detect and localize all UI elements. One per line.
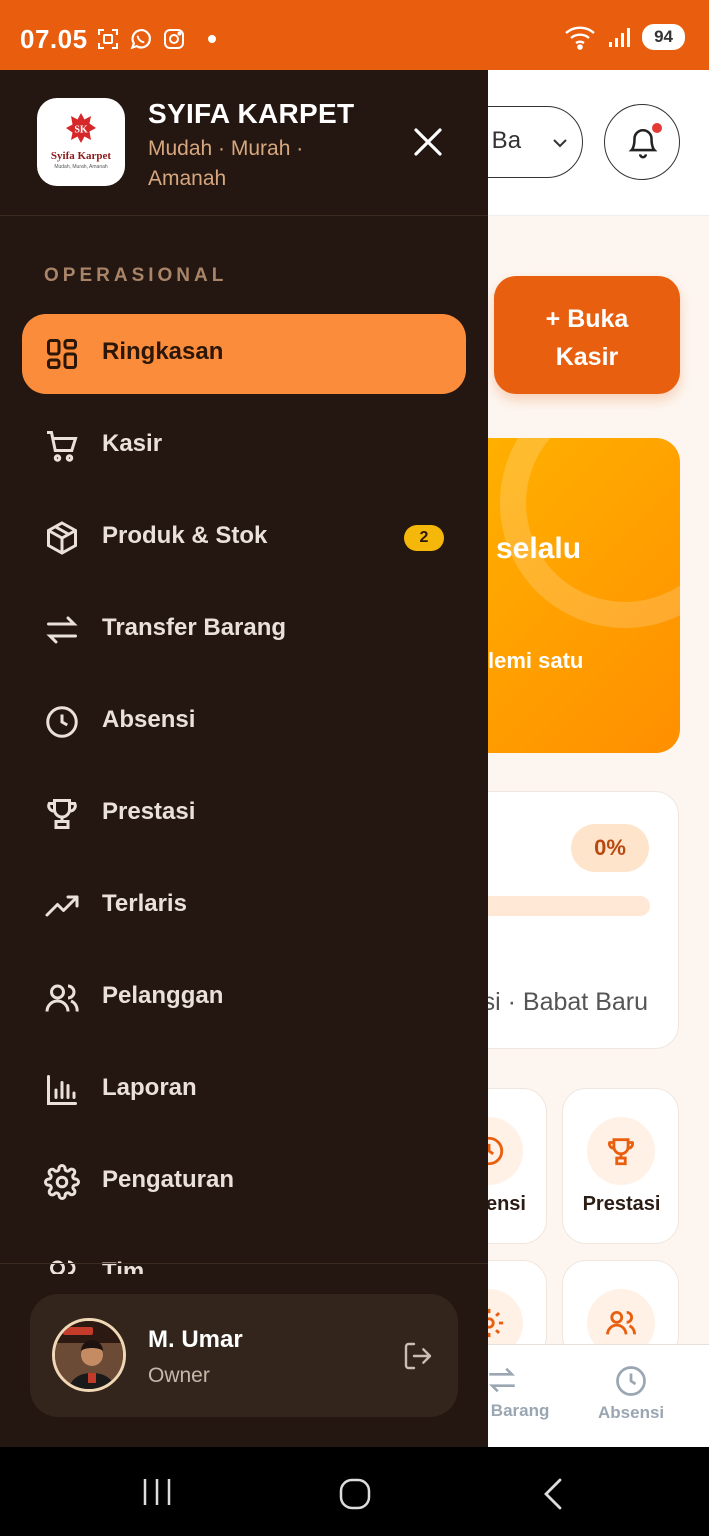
box-icon <box>47 521 77 555</box>
menu-item-label: Kasir <box>102 430 163 457</box>
logo-initials: SK <box>74 125 88 136</box>
tile-icon-bg <box>587 1117 655 1185</box>
menu-item-transfer-barang[interactable]: Transfer Barang <box>22 590 466 670</box>
menu-item-terlaris[interactable]: Terlaris <box>22 866 466 946</box>
home-icon <box>339 1478 371 1510</box>
menu-item-ringkasan[interactable]: Ringkasan <box>22 314 466 394</box>
screenshot-icon <box>98 29 118 49</box>
menu-item-produk-stok[interactable]: Produk & Stok 2 <box>22 498 466 578</box>
back-button[interactable] <box>540 1477 566 1516</box>
battery-icon: 94 <box>642 24 685 50</box>
menu-item-label: Pelanggan <box>102 982 224 1009</box>
menu-item-prestasi[interactable]: Prestasi <box>22 774 466 854</box>
status-notification-icons <box>96 26 216 52</box>
navigation-drawer: SK Syifa Karpet Mudah, Murah, Amanah SYI… <box>0 70 488 1447</box>
trophy-icon <box>47 799 77 829</box>
close-drawer-button[interactable] <box>406 120 450 164</box>
gear-icon <box>44 1164 80 1200</box>
store-tagline: Mudah · Murah · Amanah <box>148 137 304 190</box>
open-cashier-button[interactable]: + Buka Kasir <box>494 276 680 394</box>
avatar-photo <box>55 1321 123 1389</box>
menu-item-label: Ringkasan <box>102 338 224 365</box>
system-navigation-bar <box>0 1447 709 1536</box>
dashboard-grid-icon <box>47 339 77 369</box>
team-icon <box>50 1260 76 1274</box>
status-bar: 07.05 94 <box>0 0 709 70</box>
nav-label: Absensi <box>598 1403 665 1422</box>
shortcut-tile-prestasi[interactable]: Prestasi <box>562 1088 679 1244</box>
promo-title: selalu <box>496 532 582 565</box>
wifi-icon <box>565 26 595 50</box>
status-system-icons: 94 <box>564 24 685 50</box>
menu-item-label: Pengaturan <box>102 1166 235 1193</box>
menu-item-laporan[interactable]: Laporan <box>22 1050 466 1130</box>
store-name: SYIFA KARPET <box>148 98 355 129</box>
users-icon <box>606 1310 636 1335</box>
trending-up-icon <box>45 895 79 917</box>
home-button[interactable] <box>338 1477 372 1516</box>
store-logo: SK Syifa Karpet Mudah, Murah, Amanah <box>37 98 125 186</box>
logo-tagline: Mudah, Murah, Amanah <box>54 164 108 170</box>
menu-item-label: Produk & Stok <box>102 522 268 549</box>
signal-icon <box>609 28 631 47</box>
promo-subtitle: lemi satu <box>488 648 584 673</box>
shopping-cart-icon <box>47 431 78 462</box>
progress-bar <box>461 896 650 916</box>
avatar <box>52 1318 126 1392</box>
recent-apps-icon <box>143 1479 171 1505</box>
section-label: OPERASIONAL <box>44 265 228 286</box>
clock-icon <box>616 1366 646 1396</box>
menu-item-label: Prestasi <box>102 798 196 825</box>
logout-icon[interactable] <box>402 1340 434 1372</box>
menu-item-label: Absensi <box>102 706 196 733</box>
menu-item-absensi[interactable]: Absensi <box>22 682 466 762</box>
dot-icon <box>208 35 216 43</box>
notification-dot <box>650 121 664 135</box>
drawer-header: SK Syifa Karpet Mudah, Murah, Amanah SYI… <box>0 70 488 216</box>
logo-seal-icon: SK <box>66 113 96 143</box>
progress-percent-badge: 0% <box>571 824 649 872</box>
profile-name: M. Umar <box>148 1326 243 1353</box>
menu-item-label: Terlaris <box>102 890 187 917</box>
trophy-icon <box>608 1138 634 1166</box>
stock-alert-badge: 2 <box>404 525 444 551</box>
drawer-divider <box>0 1263 488 1264</box>
notification-button[interactable] <box>604 104 680 180</box>
target-card-footer: si · Babat Baru <box>482 988 648 1016</box>
menu-item-tim[interactable]: Tim <box>22 1234 466 1274</box>
status-time: 07.05 <box>20 24 88 54</box>
menu-item-label: Tim <box>102 1258 145 1274</box>
logo-text: Syifa Karpet <box>50 150 112 162</box>
menu-item-label: Laporan <box>102 1074 197 1101</box>
chevron-down-icon <box>553 139 567 148</box>
menu-item-pelanggan[interactable]: Pelanggan <box>22 958 466 1038</box>
nav-absensi[interactable]: Absensi <box>598 1363 664 1423</box>
profile-role: Owner <box>148 1364 210 1387</box>
transfer-arrows-icon <box>489 1367 515 1393</box>
users-icon <box>45 984 79 1012</box>
menu-item-pengaturan[interactable]: Pengaturan <box>22 1142 466 1222</box>
instagram-icon <box>164 29 184 49</box>
back-icon <box>544 1478 562 1510</box>
menu-item-label: Transfer Barang <box>102 614 287 641</box>
menu-item-kasir[interactable]: Kasir <box>22 406 466 486</box>
profile-card[interactable]: M. Umar Owner <box>30 1294 458 1417</box>
tile-label: Prestasi <box>582 1193 661 1215</box>
clock-icon <box>46 706 78 738</box>
transfer-arrows-icon <box>46 616 78 644</box>
recent-apps-button[interactable] <box>141 1477 173 1512</box>
bar-chart-icon <box>47 1075 77 1105</box>
whatsapp-icon <box>130 29 151 50</box>
